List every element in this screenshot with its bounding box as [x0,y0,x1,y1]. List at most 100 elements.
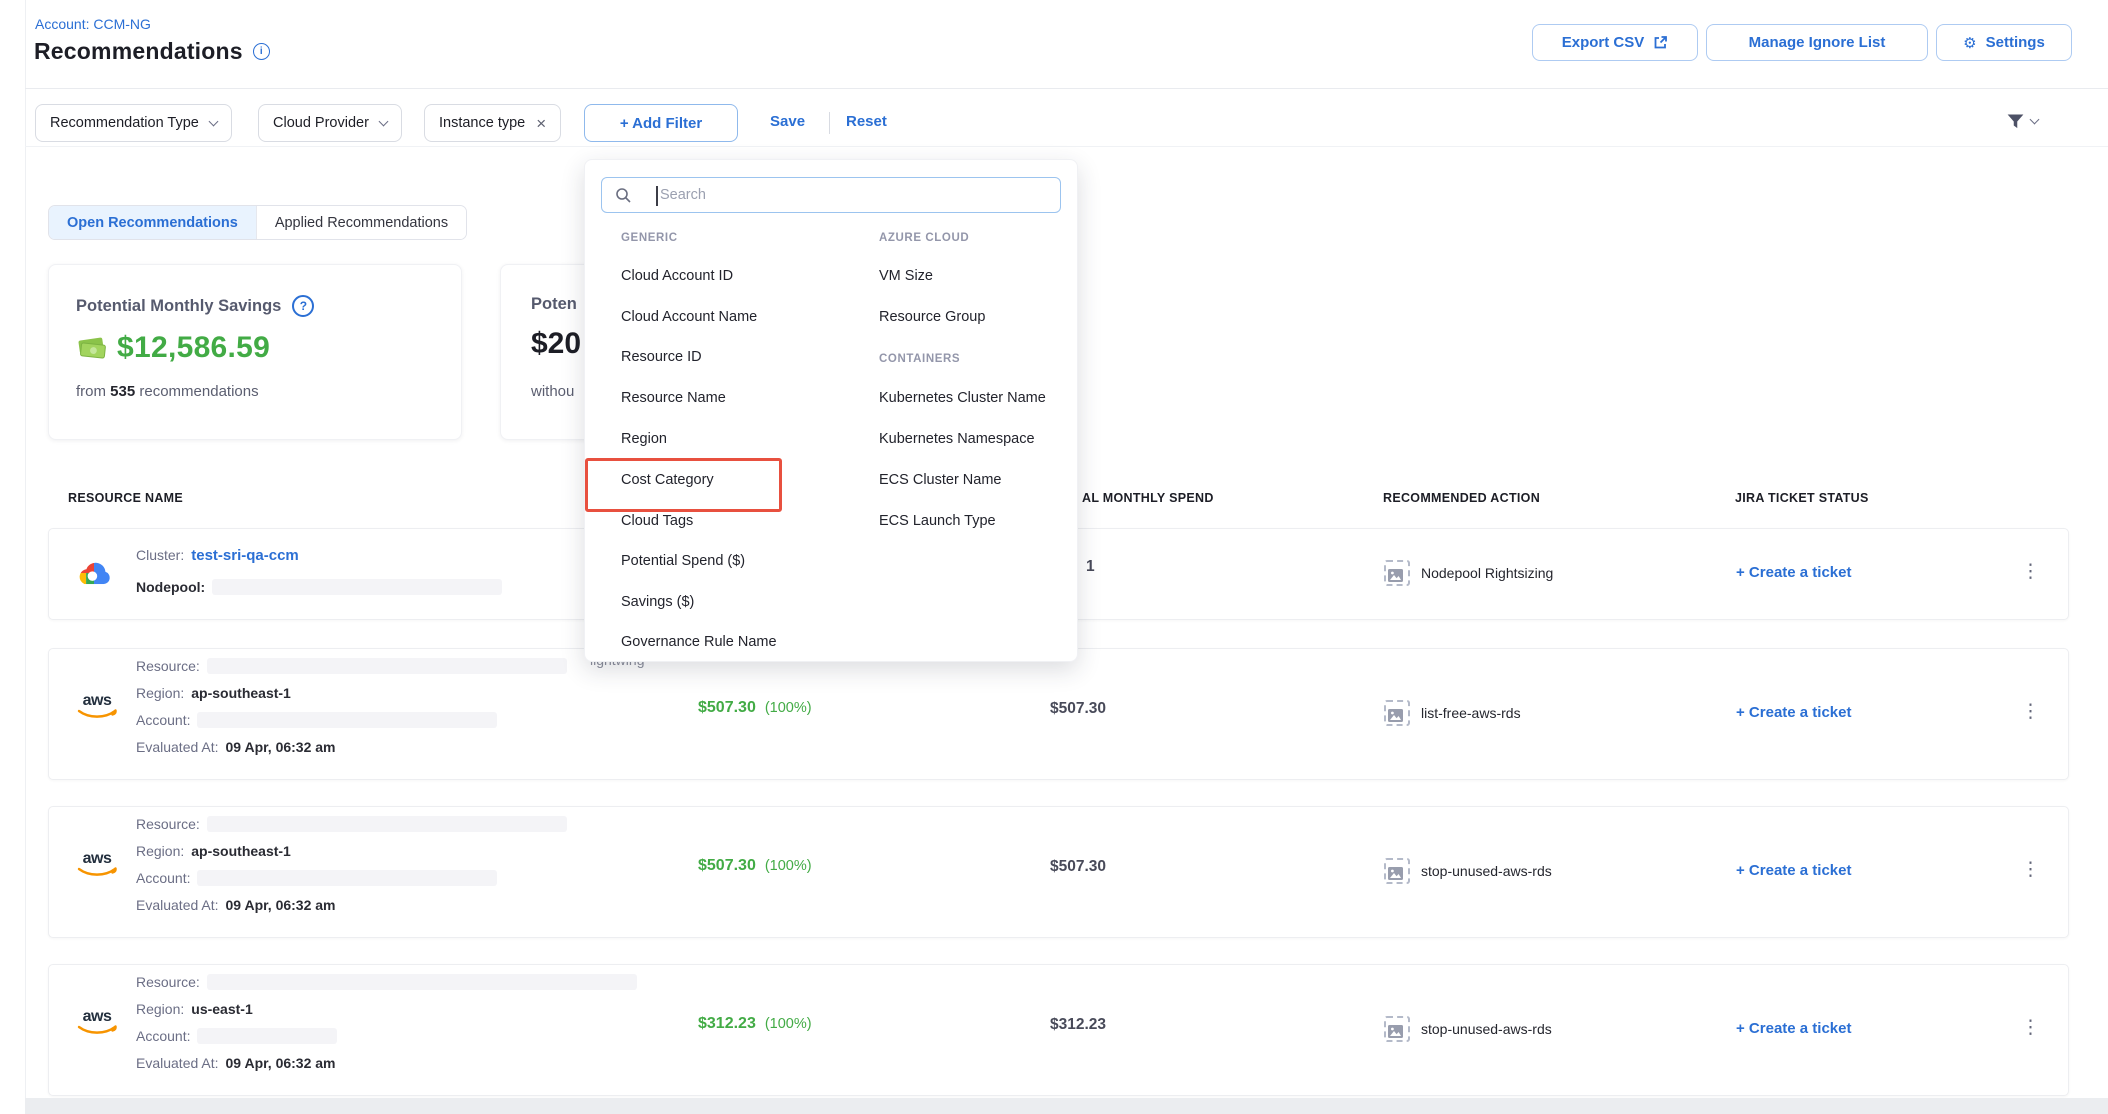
evaluated-at-value: 09 Apr, 06:32 am [226,897,336,913]
settings-label: Settings [1986,34,2045,51]
filter-chip-cloud-provider[interactable]: Cloud Provider [258,104,402,142]
dropdown-item-kubernetes-cluster-name[interactable]: Kubernetes Cluster Name [879,390,1046,406]
filter-chip-recommendation-type[interactable]: Recommendation Type [35,104,232,142]
filter-chip-instance-type[interactable]: Instance type × [424,104,561,142]
dropdown-item-region[interactable]: Region [621,431,667,447]
savings-sub-suffix: recommendations [139,383,258,400]
monthly-savings-value: $312.23 [698,1015,756,1033]
evaluated-at-label: Evaluated At: [136,1055,219,1071]
help-icon[interactable]: ? [292,295,314,317]
redacted-account-value [197,1028,337,1044]
dropdown-item-kubernetes-namespace[interactable]: Kubernetes Namespace [879,431,1035,447]
save-reset-divider [829,112,830,134]
table-row[interactable]: aws Resource: Region: ap-southeast-1 Acc… [48,806,2069,938]
table-row[interactable]: aws Resource: Region: us-east-1 Account:… [48,964,2069,1096]
broken-image-icon [1384,858,1410,884]
row-menu-kebab-icon[interactable]: ⋮ [2021,562,2040,581]
tab-open-recommendations[interactable]: Open Recommendations [49,206,256,239]
row-menu-kebab-icon[interactable]: ⋮ [2021,702,2040,721]
recommended-action-label: stop-unused-aws-rds [1421,863,1552,879]
savings-sub-prefix: from [76,383,106,400]
redacted-account-value [197,712,497,728]
column-header-recommended-action: RECOMMENDED ACTION [1383,491,1540,505]
cluster-name-link[interactable]: test-sri-qa-ccm [191,547,299,564]
monthly-savings-percent: (100%) [765,1016,812,1032]
dropdown-item-savings[interactable]: Savings ($) [621,594,694,610]
tab-applied-recommendations[interactable]: Applied Recommendations [256,206,466,239]
broken-image-icon [1384,1016,1410,1042]
spend-card-amount-fragment: $20 [531,327,581,361]
total-monthly-spend-value: $312.23 [1050,1016,1106,1034]
create-ticket-link[interactable]: + Create a ticket [1736,704,1851,721]
dropdown-item-cost-category[interactable]: Cost Category [621,472,714,488]
filter-funnel-control[interactable] [2005,111,2038,132]
monthly-savings-value: $507.30 [698,699,756,717]
page-title: Recommendations [34,38,243,65]
monthly-savings-percent: (100%) [765,700,812,716]
row-menu-kebab-icon[interactable]: ⋮ [2021,1018,2040,1037]
dropdown-item-ecs-cluster-name[interactable]: ECS Cluster Name [879,472,1001,488]
obscured-total-spend-fragment: 1 [1086,558,1095,576]
add-filter-button[interactable]: + Add Filter [584,104,738,142]
dropdown-item-resource-name[interactable]: Resource Name [621,390,726,406]
create-ticket-link[interactable]: + Create a ticket [1736,862,1851,879]
add-filter-label: + Add Filter [620,115,702,132]
filter-chip-label: Instance type [439,115,525,131]
dropdown-item-governance-rule-name[interactable]: Governance Rule Name [621,634,777,650]
filter-chip-label: Recommendation Type [50,115,199,131]
dropdown-item-vm-size[interactable]: VM Size [879,268,933,284]
monthly-savings-value: $507.30 [698,857,756,875]
region-value: ap-southeast-1 [191,685,291,701]
resource-label: Resource: [136,816,200,832]
money-icon [76,335,108,361]
section-header-generic: GENERIC [621,232,678,244]
column-header-total-monthly-spend: AL MONTHLY SPEND [1082,491,1214,505]
resource-label: Resource: [136,658,200,674]
broken-image-icon [1384,560,1410,586]
settings-button[interactable]: ⚙ Settings [1936,24,2072,61]
search-input[interactable] [602,178,1060,212]
evaluated-at-label: Evaluated At: [136,739,219,755]
dropdown-item-ecs-launch-type[interactable]: ECS Launch Type [879,513,996,529]
spend-card-subtitle-fragment: withou [531,383,574,400]
section-header-azure-cloud: AZURE CLOUD [879,232,969,244]
close-icon[interactable]: × [536,115,546,132]
recommendations-tabs: Open Recommendations Applied Recommendat… [48,205,467,240]
aws-logo-icon: aws [77,693,117,719]
table-row[interactable]: aws Resource: Region: ap-southeast-1 Acc… [48,648,2069,780]
dropdown-item-cloud-account-id[interactable]: Cloud Account ID [621,268,733,284]
total-monthly-spend-value: $507.30 [1050,858,1106,876]
create-ticket-link[interactable]: + Create a ticket [1736,1020,1851,1037]
filter-chip-label: Cloud Provider [273,115,369,131]
evaluated-at-value: 09 Apr, 06:32 am [226,739,336,755]
recommended-action-label: list-free-aws-rds [1421,705,1521,721]
savings-count: 535 [110,383,135,400]
breadcrumb-account-link[interactable]: Account: CCM-NG [35,16,151,32]
reset-filter-link[interactable]: Reset [846,113,887,130]
info-icon[interactable]: i [253,43,270,60]
left-edge-divider [25,0,26,1114]
aws-logo-icon: aws [77,851,117,877]
resource-label: Resource: [136,974,200,990]
row-menu-kebab-icon[interactable]: ⋮ [2021,860,2040,879]
evaluated-at-label: Evaluated At: [136,897,219,913]
manage-ignore-list-button[interactable]: Manage Ignore List [1706,24,1928,61]
create-ticket-link[interactable]: + Create a ticket [1736,564,1851,581]
redacted-resource-value [207,816,567,832]
column-header-resource-name: RESOURCE NAME [68,491,183,505]
dropdown-item-cloud-tags[interactable]: Cloud Tags [621,513,693,529]
export-csv-button[interactable]: Export CSV [1532,24,1698,61]
dropdown-item-potential-spend[interactable]: Potential Spend ($) [621,553,745,569]
region-label: Region: [136,685,184,701]
add-filter-dropdown: GENERIC Cloud Account ID Cloud Account N… [584,159,1078,662]
broken-image-icon [1384,700,1410,726]
dropdown-item-resource-id[interactable]: Resource ID [621,349,702,365]
spend-card-title-fragment: Poten [531,295,577,314]
region-value: ap-southeast-1 [191,843,291,859]
header-divider [25,88,2108,89]
dropdown-item-resource-group[interactable]: Resource Group [879,309,985,325]
bottom-strip [25,1098,2108,1114]
save-filter-link[interactable]: Save [770,113,805,130]
dropdown-item-cloud-account-name[interactable]: Cloud Account Name [621,309,757,325]
savings-amount: $12,586.59 [117,331,270,365]
